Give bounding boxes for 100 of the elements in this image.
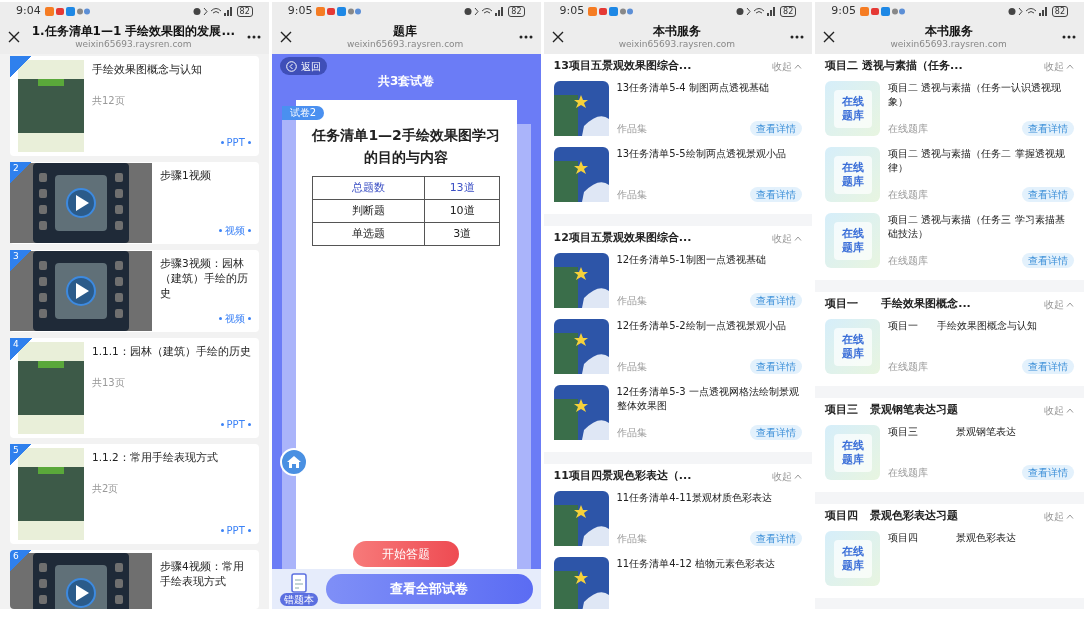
close-icon[interactable] bbox=[823, 31, 836, 43]
service-type: 作品集 bbox=[616, 188, 647, 202]
film-play-icon bbox=[33, 163, 129, 243]
start-answer-button[interactable]: 开始答题 bbox=[353, 541, 460, 567]
type-tag: PPT bbox=[220, 135, 251, 150]
service-title: 11任务清单4-11景观材质色彩表达 bbox=[616, 491, 773, 505]
page-title: 本书服务 bbox=[652, 24, 701, 39]
illustration-thumbnail bbox=[553, 147, 609, 202]
service-type: 在线题库 bbox=[888, 360, 929, 374]
battery-level: 82 bbox=[236, 5, 253, 17]
notification-icons bbox=[44, 6, 91, 16]
collapse-button[interactable]: 收起 bbox=[1044, 296, 1074, 312]
table-cell: 3道 bbox=[425, 223, 501, 245]
signal-icons bbox=[464, 6, 505, 16]
service-type: 作品集 bbox=[616, 122, 647, 136]
collapse-button[interactable]: 收起 bbox=[772, 230, 803, 246]
table-cell: 判断题 bbox=[313, 200, 426, 222]
battery-level: 82 bbox=[780, 5, 797, 17]
view-details-button[interactable]: 查看详情 bbox=[1022, 359, 1074, 374]
paper-tag: 试卷2 bbox=[281, 106, 325, 120]
close-icon[interactable] bbox=[551, 31, 564, 43]
service-title: 12任务清单5-1制图一点透视基础 bbox=[616, 253, 767, 267]
number-badge: 2 bbox=[10, 162, 32, 184]
resource-title: 1.1.2：常用手绘表现方式 bbox=[92, 450, 219, 465]
table-cell: 13道 bbox=[425, 177, 501, 199]
view-details-button[interactable]: 查看详情 bbox=[750, 359, 803, 374]
page-url: weixin65693.raysren.com bbox=[346, 39, 464, 50]
view-details-button[interactable]: 查看详情 bbox=[1022, 187, 1074, 202]
resource-card[interactable]: 步骤1视频 视频 2 bbox=[10, 162, 259, 244]
status-time: 9:05 bbox=[831, 2, 856, 19]
view-details-button[interactable]: 查看详情 bbox=[750, 121, 803, 136]
collapse-button[interactable]: 收起 bbox=[1044, 402, 1074, 418]
view-details-button[interactable]: 查看详情 bbox=[750, 531, 803, 546]
service-type: 在线题库 bbox=[888, 188, 929, 202]
resource-card[interactable]: 手绘效果图概念与认知 共12页 PPT bbox=[10, 56, 259, 156]
resource-card[interactable]: 1.1.2：常用手绘表现方式 共2页 PPT 5 bbox=[10, 444, 259, 544]
illustration-thumbnail bbox=[553, 319, 609, 374]
resource-title: 步骤1视频 bbox=[160, 168, 212, 183]
section-title: 项目四 景观色彩表达习题 bbox=[825, 507, 958, 524]
notebook-icon bbox=[288, 572, 309, 593]
notification-icons bbox=[859, 6, 906, 16]
resource-card[interactable]: 1.1.1：园林（建筑）手绘的历史 共13页 PPT 4 bbox=[10, 338, 259, 438]
view-details-button[interactable]: 查看详情 bbox=[750, 425, 803, 440]
close-icon[interactable] bbox=[8, 31, 20, 43]
view-details-button[interactable]: 查看详情 bbox=[1022, 121, 1074, 136]
illustration-thumbnail bbox=[553, 385, 609, 440]
service-type: 在线题库 bbox=[888, 122, 929, 136]
section-title: 13项目五景观效果图综合... bbox=[553, 57, 692, 74]
more-icon[interactable] bbox=[1062, 35, 1076, 39]
wrong-answers-button[interactable]: 错题本 bbox=[279, 592, 318, 606]
section-title: 11项目四景观色彩表达（... bbox=[553, 467, 692, 484]
service-type: 作品集 bbox=[616, 532, 647, 546]
view-details-button[interactable]: 查看详情 bbox=[750, 293, 803, 308]
status-time: 9:05 bbox=[287, 2, 313, 19]
type-tag: PPT bbox=[220, 417, 251, 432]
table-cell: 单选题 bbox=[313, 223, 426, 245]
collapse-button[interactable]: 收起 bbox=[1044, 508, 1074, 524]
collapse-button[interactable]: 收起 bbox=[772, 58, 803, 74]
table-cell: 总题数 bbox=[313, 177, 426, 199]
close-icon[interactable] bbox=[279, 31, 292, 43]
number-badge: 3 bbox=[10, 250, 32, 272]
resource-title: 手绘效果图概念与认知 bbox=[92, 62, 203, 77]
signal-icons bbox=[1007, 6, 1048, 16]
service-title: 12任务清单5-3 一点透视网格法绘制景观整体效果图 bbox=[616, 385, 800, 413]
page-title: 1.任务清单1—1 手绘效果图的发展... bbox=[31, 24, 236, 39]
illustration-thumbnail bbox=[553, 253, 609, 308]
paper-title: 任务清单1—2手绘效果图学习的目的与内容 bbox=[310, 126, 501, 167]
thumbnail-label: 在线题库 bbox=[840, 332, 865, 361]
page-url: weixin65693.raysren.com bbox=[75, 39, 192, 50]
more-icon[interactable] bbox=[518, 35, 533, 39]
page-url: weixin65693.raysren.com bbox=[618, 39, 736, 50]
thumbnail-label: 在线题库 bbox=[840, 226, 865, 255]
service-type: 作品集 bbox=[616, 426, 647, 440]
service-title: 项目四 景观色彩表达 bbox=[888, 531, 1018, 545]
signal-icons bbox=[736, 6, 777, 16]
service-title: 项目一 手绘效果图概念与认知 bbox=[888, 319, 1039, 333]
notification-icons bbox=[588, 6, 635, 16]
home-icon[interactable] bbox=[279, 448, 308, 476]
chevron-up-icon bbox=[1066, 301, 1074, 307]
resource-card[interactable]: 步骤4视频：常用手绘表现方式 6 bbox=[10, 550, 259, 609]
more-icon[interactable] bbox=[246, 35, 261, 39]
resource-card[interactable]: 步骤3视频：园林（建筑）手绘的历史 视频 3 bbox=[10, 250, 259, 332]
view-details-button[interactable]: 查看详情 bbox=[1022, 253, 1074, 268]
number-badge: 4 bbox=[10, 338, 32, 360]
notification-icons bbox=[316, 6, 363, 16]
page-count: 共12页 bbox=[92, 94, 126, 108]
view-details-button[interactable]: 查看详情 bbox=[1022, 465, 1074, 480]
back-button[interactable]: 返回 bbox=[279, 57, 327, 75]
illustration-thumbnail bbox=[553, 491, 609, 546]
signal-icons bbox=[192, 6, 233, 16]
collapse-button[interactable]: 收起 bbox=[772, 468, 803, 484]
view-details-button[interactable]: 查看详情 bbox=[750, 187, 803, 202]
collapse-button[interactable]: 收起 bbox=[1044, 58, 1074, 74]
type-tag: 视频 bbox=[218, 223, 251, 238]
view-all-papers-button[interactable]: 查看全部试卷 bbox=[325, 574, 533, 604]
service-title: 项目二 透视与素描（任务一认识透视现象） bbox=[888, 81, 1063, 109]
chevron-up-icon bbox=[794, 235, 803, 241]
resource-title: 步骤4视频：常用手绘表现方式 bbox=[160, 559, 245, 589]
chevron-up-icon bbox=[1066, 513, 1074, 519]
more-icon[interactable] bbox=[790, 35, 805, 39]
